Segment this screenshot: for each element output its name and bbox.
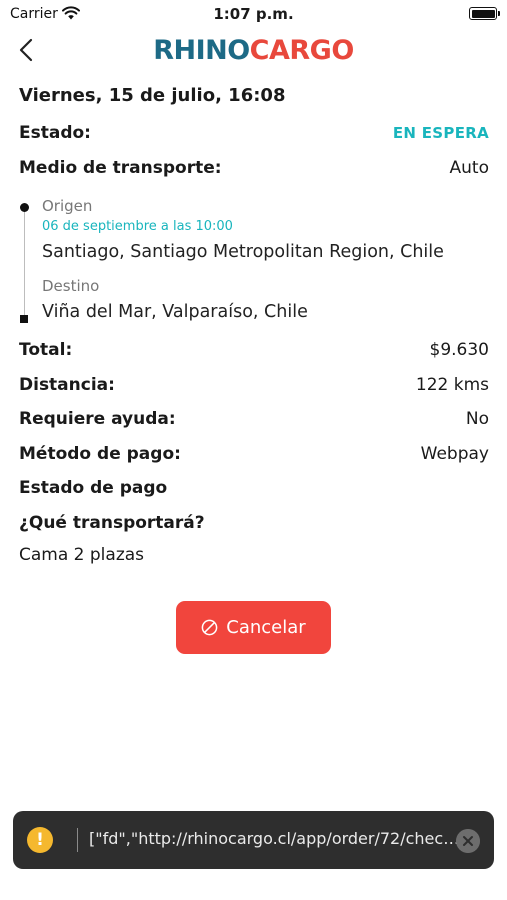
logo-cargo: CARGO <box>249 35 355 66</box>
app-logo: RHINOCARGO <box>0 35 507 66</box>
status-bar: Carrier 1:07 p.m. <box>0 0 507 28</box>
payment-method-value: Webpay <box>420 443 489 464</box>
cancel-button-label: Cancelar <box>226 617 306 638</box>
origin-dot-icon <box>20 203 29 212</box>
battery-icon <box>469 7 500 20</box>
payment-method-row: Método de pago: Webpay <box>19 437 489 472</box>
destination-address: Viña del Mar, Valparaíso, Chile <box>42 302 308 322</box>
distance-label: Distancia: <box>19 374 115 395</box>
toast-divider <box>77 828 78 852</box>
help-value: No <box>465 409 489 430</box>
destination-label: Destino <box>42 277 100 295</box>
order-details: Viernes, 15 de julio, 16:08 Estado: EN E… <box>19 82 489 570</box>
status-label: Estado: <box>19 123 91 144</box>
toast-message[interactable]: ["fd","http://rhinocargo.cl/app/order/72… <box>89 829 461 848</box>
logo-rhino: RHINO <box>153 35 250 66</box>
total-label: Total: <box>19 340 73 361</box>
route-line <box>24 207 25 315</box>
status-row: Estado: EN ESPERA <box>19 116 489 151</box>
payment-method-label: Método de pago: <box>19 443 181 464</box>
cancel-button[interactable]: Cancelar <box>176 601 331 654</box>
help-row: Requiere ayuda: No <box>19 402 489 437</box>
cargo-label: ¿Qué transportará? <box>19 512 205 533</box>
total-row: Total: $9.630 <box>19 333 489 368</box>
warning-icon: ! <box>27 827 53 853</box>
origin-date: 06 de septiembre a las 10:00 <box>42 219 233 234</box>
clock: 1:07 p.m. <box>213 5 294 23</box>
order-title: Viernes, 15 de julio, 16:08 <box>19 85 286 106</box>
help-label: Requiere ayuda: <box>19 409 176 430</box>
payment-status-label: Estado de pago <box>19 478 168 498</box>
total-value: $9.630 <box>429 340 489 361</box>
destination-square-icon <box>20 315 28 323</box>
status-badge: EN ESPERA <box>392 124 489 143</box>
route-timeline: Origen 06 de septiembre a las 10:00 Sant… <box>19 195 489 327</box>
transport-row: Medio de transporte: Auto <box>19 151 489 186</box>
origin-address: Santiago, Santiago Metropolitan Region, … <box>42 242 444 262</box>
debug-toast[interactable]: ! ["fd","http://rhinocargo.cl/app/order/… <box>13 811 494 869</box>
close-icon[interactable] <box>456 829 480 853</box>
nav-bar: RHINOCARGO <box>0 28 507 74</box>
transport-value: Auto <box>449 157 489 178</box>
distance-value: 122 kms <box>415 374 489 395</box>
cargo-value: Cama 2 plazas <box>19 545 145 565</box>
distance-row: Distancia: 122 kms <box>19 368 489 403</box>
origin-label: Origen <box>42 197 93 215</box>
ban-icon <box>201 619 218 636</box>
transport-label: Medio de transporte: <box>19 157 222 178</box>
